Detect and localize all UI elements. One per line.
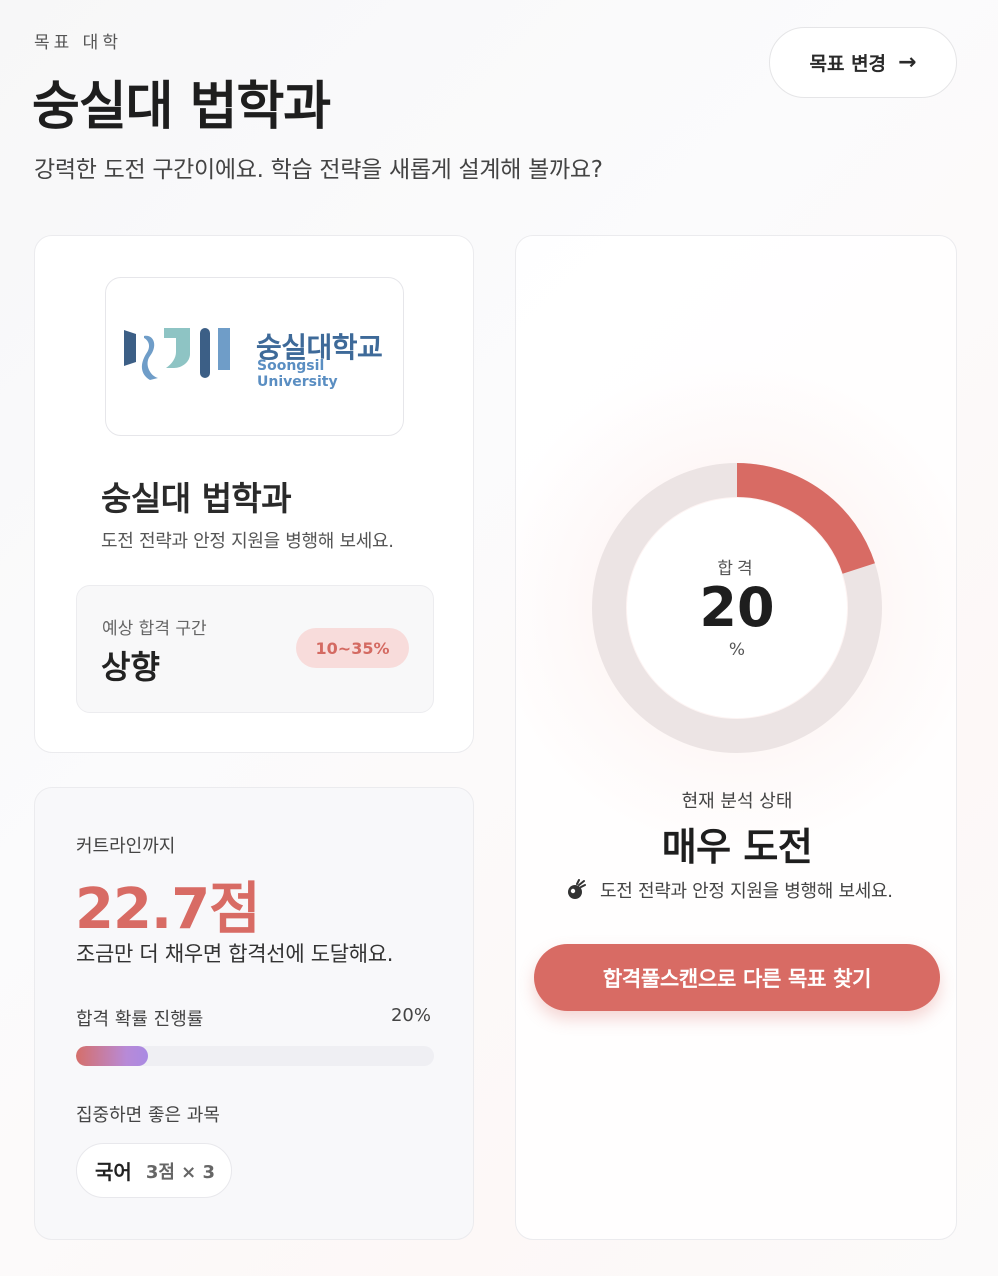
expected-range-label: 예상 합격 구간 xyxy=(102,619,207,639)
analysis-status-value: 매우 도전 xyxy=(661,825,813,869)
school-name: 숭실대 법학과 xyxy=(101,479,292,518)
cutline-gap-label: 커트라인까지 xyxy=(76,836,176,857)
analysis-tip: 도전 전략과 안정 지원을 병행해 보세요. xyxy=(564,877,893,903)
soongsil-emblem-icon xyxy=(124,328,230,380)
donut-value: 20 xyxy=(699,576,775,639)
school-description: 도전 전략과 안정 지원을 병행해 보세요. xyxy=(101,531,394,552)
cutline-gap-card: 커트라인까지 22.7점 조금만 더 채우면 합격선에 도달해요. 합격 확률 … xyxy=(34,787,474,1240)
change-target-label: 목표 변경 xyxy=(809,53,887,75)
donut-unit: % xyxy=(728,640,746,660)
progress-label: 합격 확률 진행률 xyxy=(76,1009,204,1030)
analysis-tip-text: 도전 전략과 안정 지원을 병행해 보세요. xyxy=(600,881,893,902)
cutline-gap-value: 22.7점 xyxy=(75,877,261,942)
expected-range-box: 예상 합격 구간 상향 10~35% xyxy=(76,585,434,713)
focus-subject-label: 집중하면 좋은 과목 xyxy=(76,1105,220,1126)
pass-probability-card: 합격 20 % 현재 분석 상태 매우 도전 도전 전략과 안정 지원을 병행해… xyxy=(515,235,957,1240)
find-other-target-button[interactable]: 합격풀스캔으로 다른 목표 찾기 xyxy=(534,944,940,1011)
target-university-eyebrow: 목표 대학 xyxy=(34,33,122,53)
arrow-right-icon: → xyxy=(898,50,917,75)
comet-icon xyxy=(568,879,586,899)
subject-name: 국어 xyxy=(95,1160,132,1184)
progress-fill xyxy=(76,1046,148,1066)
change-target-button[interactable]: 목표 변경 → xyxy=(769,27,957,98)
expected-range-value: 상향 xyxy=(101,648,160,686)
analysis-status-label: 현재 분석 상태 xyxy=(681,791,793,812)
page-subtitle: 강력한 도전 구간이에요. 학습 전략을 새롭게 설계해 볼까요? xyxy=(34,157,603,183)
university-logo: 숭실대학교 Soongsil University xyxy=(105,277,404,436)
page-title: 숭실대 법학과 xyxy=(32,77,331,137)
subject-weight: 3점 × 3 xyxy=(145,1161,216,1183)
logo-text-english: Soongsil University xyxy=(257,358,338,390)
subject-chip[interactable]: 국어 3점 × 3 xyxy=(76,1143,232,1198)
expected-range-badge: 10~35% xyxy=(296,628,409,668)
school-card: 숭실대학교 Soongsil University 숭실대 법학과 도전 전략과… xyxy=(34,235,474,753)
progress-track xyxy=(76,1046,434,1066)
progress-percent: 20% xyxy=(390,1005,431,1026)
cutline-gap-description: 조금만 더 채우면 합격선에 도달해요. xyxy=(76,942,394,966)
